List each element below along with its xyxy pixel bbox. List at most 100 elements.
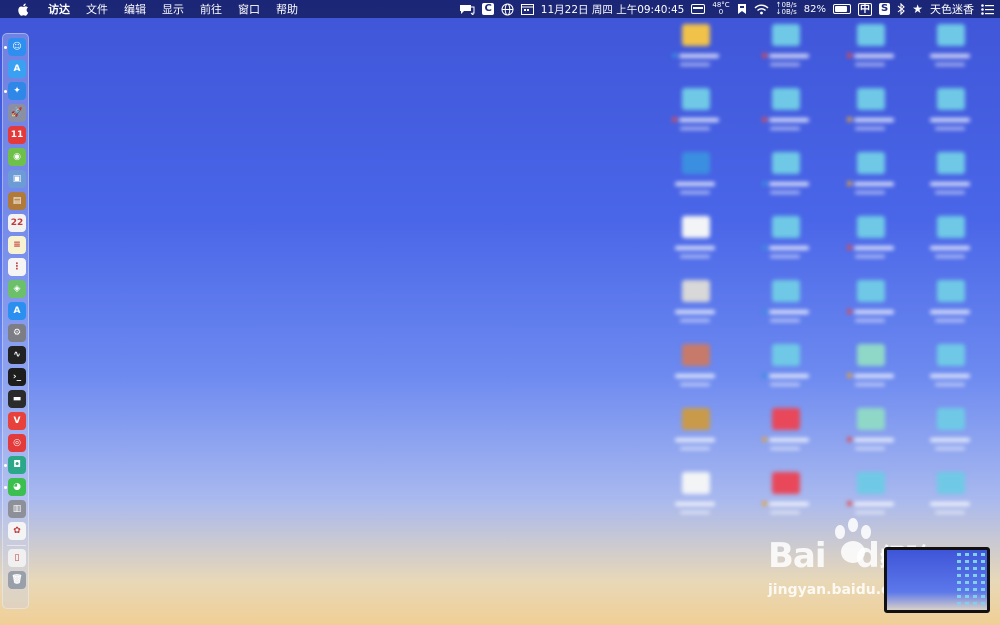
dock-vivaldi-icon[interactable]: V [8,412,26,430]
desktop-icon[interactable] [660,216,730,278]
desktop-icon[interactable] [915,88,985,150]
menu-window[interactable]: 窗口 [230,1,268,17]
desktop-icon[interactable] [915,280,985,342]
desktop-icon[interactable] [660,344,730,406]
notification-center-icon[interactable] [981,3,994,15]
dock-safari-icon[interactable]: ✦ [8,82,26,100]
input-method[interactable]: 中 [858,2,873,16]
blurred-label-placeholder [768,117,809,122]
user-name[interactable]: 天色迷香 [930,1,974,17]
calendar-icon[interactable] [520,3,534,15]
thumbnail-mini-icon [981,588,985,591]
desktop-icon[interactable] [915,344,985,406]
desktop-icon[interactable] [835,24,905,86]
desktop-icon-label [660,244,730,258]
dock-wechat-icon[interactable]: ◕ [8,478,26,496]
dock-app-store-icon[interactable]: A [8,302,26,320]
dock-netease-music-icon[interactable]: ◎ [8,434,26,452]
bookmark-icon[interactable] [737,3,747,15]
desktop-icon[interactable] [835,408,905,470]
desktop-icon[interactable] [750,408,820,470]
battery-percent[interactable]: 82% [804,4,826,15]
desktop-icon[interactable] [915,216,985,278]
network-speed[interactable]: ↑0B/s ↓0B/s [776,2,797,16]
color-tag [761,373,767,378]
menu-edit[interactable]: 编辑 [116,1,154,17]
dock-screenshot-tool-icon[interactable]: ▥ [8,500,26,518]
dock-terminal-icon[interactable]: ›_ [8,368,26,386]
dock-system-preferences-icon[interactable]: ⚙ [8,324,26,342]
screenshot-preview-thumbnail[interactable] [884,547,990,613]
desktop-icon[interactable] [660,408,730,470]
desktop-icon[interactable] [915,24,985,86]
dock-calendar-icon[interactable]: 22 [8,214,26,232]
desktop-icon[interactable] [660,152,730,214]
desktop-icon[interactable] [660,88,730,150]
temperature-monitor[interactable]: 48°C 0 [712,2,729,16]
dock-finder-icon[interactable]: ☺ [8,38,26,56]
blurred-label-placeholder [853,309,894,314]
menu-view[interactable]: 显示 [154,1,192,17]
clock-date[interactable]: 11月22日 周四 上午09:40:45 [541,2,685,17]
dock-trash-icon[interactable]: 🗑 [8,571,26,589]
blurred-label-placeholder [930,309,970,314]
blurred-label-placeholder [855,127,885,130]
battery-fill [835,6,847,12]
star-icon[interactable]: ★ [912,2,923,16]
dock-maps-icon[interactable]: ◈ [8,280,26,298]
doc-icon [682,216,710,238]
desktop-icon[interactable] [835,344,905,406]
bluetooth-icon[interactable] [897,3,906,15]
menu-go[interactable]: 前往 [192,1,230,17]
c-app-icon[interactable]: C [482,3,494,15]
menu-file[interactable]: 文件 [78,1,116,17]
dock-notes-icon[interactable]: ≡ [8,236,26,254]
dock-console-icon[interactable]: ▬ [8,390,26,408]
desktop-icon[interactable] [660,472,730,534]
folder-icon [772,24,800,46]
dock-preview-icon[interactable]: ▣ [8,170,26,188]
blurred-label-placeholder [935,319,965,322]
desktop-icon-label [660,436,730,450]
dock-reminders-icon[interactable]: ⋮ [8,258,26,276]
menu-finder[interactable]: 访达 [40,1,78,17]
folder-icon [937,216,965,238]
dock-android-icon[interactable]: ◉ [8,148,26,166]
dock-calendar-red-icon[interactable]: 11 [8,126,26,144]
dock-document-icon[interactable]: ▯ [8,549,26,567]
s-app-icon[interactable]: S [879,3,891,15]
apple-menu-icon[interactable] [16,2,30,16]
desktop-icon[interactable] [835,88,905,150]
notification-icon[interactable] [459,3,475,15]
desktop-icon[interactable] [915,408,985,470]
desktop-icon[interactable] [915,152,985,214]
wifi-icon[interactable] [754,4,769,15]
dock-photos-icon[interactable]: ✿ [8,522,26,540]
desktop-icon[interactable] [750,24,820,86]
desktop-icon[interactable] [750,216,820,278]
dock-screen-share-icon[interactable]: ◘ [8,456,26,474]
desktop-icon[interactable] [660,280,730,342]
battery-icon[interactable] [833,4,852,14]
dock-activity-monitor-icon[interactable]: ∿ [8,346,26,364]
dock-running-indicator [4,46,7,49]
dock-launchpad-icon[interactable]: 🚀 [8,104,26,122]
folder-icon [937,408,965,430]
globe-icon[interactable] [501,3,514,16]
drive-icon [682,280,710,302]
blurred-label-placeholder [930,245,970,250]
desktop-icon[interactable] [750,152,820,214]
dock-app-store-compass-icon[interactable]: A [8,60,26,78]
menu-help[interactable]: 帮助 [268,1,306,17]
card-icon[interactable] [691,4,706,14]
desktop-icon[interactable] [750,344,820,406]
desktop-icon[interactable] [835,280,905,342]
desktop-icon[interactable] [660,24,730,86]
dock-notebook-icon[interactable]: ▤ [8,192,26,210]
blurred-label-placeholder [930,53,970,58]
desktop-icon[interactable] [750,88,820,150]
desktop-icon[interactable] [835,216,905,278]
desktop-icon[interactable] [750,280,820,342]
blurred-label-placeholder [675,437,715,442]
desktop-icon[interactable] [835,152,905,214]
